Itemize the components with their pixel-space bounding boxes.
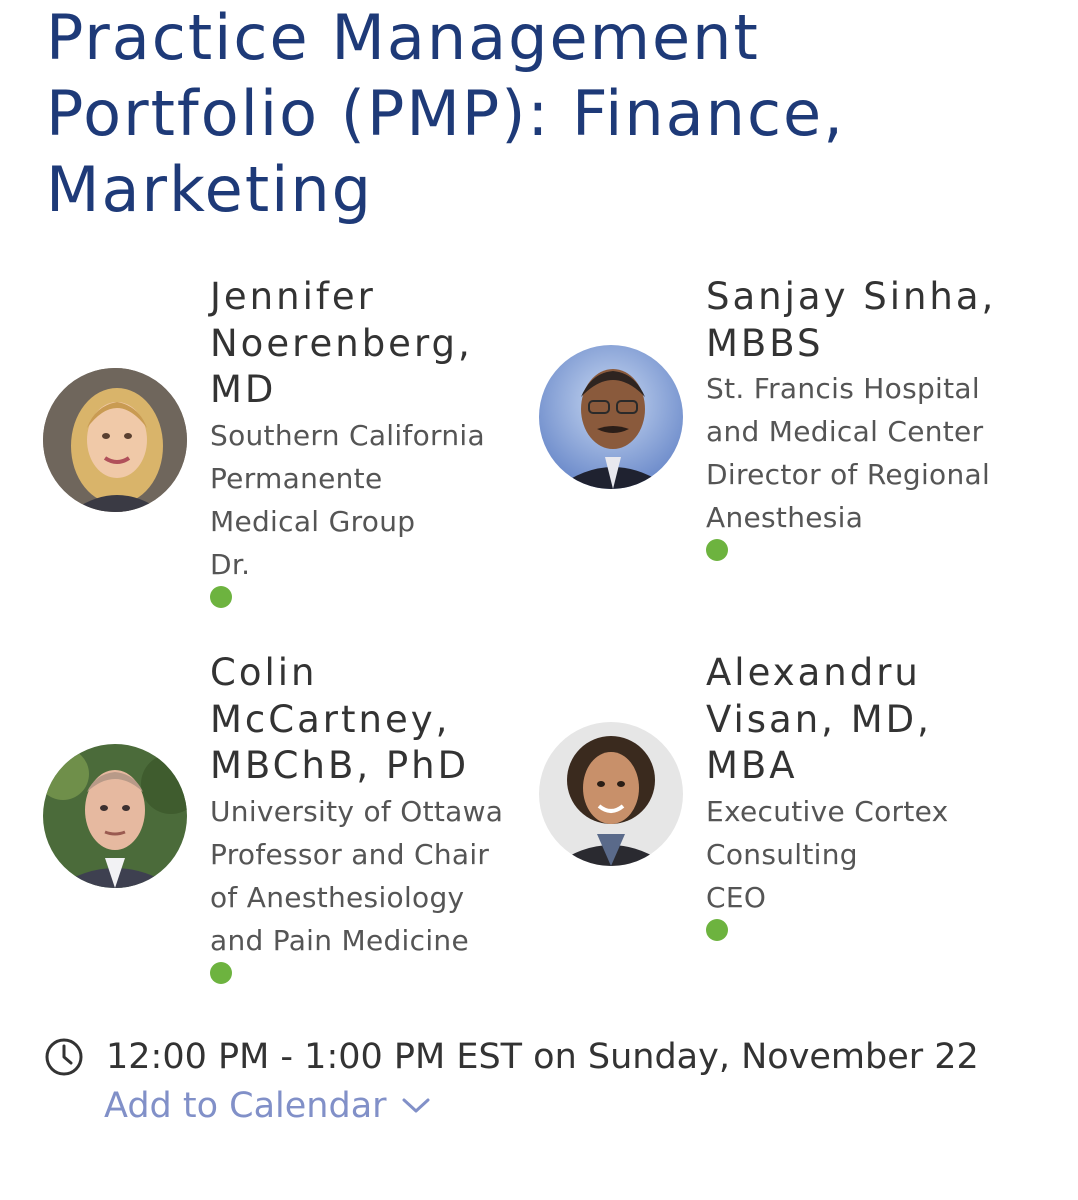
- speaker-name-line: Jennifer: [210, 275, 376, 318]
- speaker-detail-line: Dr.: [210, 547, 251, 581]
- add-to-calendar-button[interactable]: Add to Calendar: [104, 1086, 431, 1126]
- speaker-name-line: MD: [210, 368, 277, 411]
- speaker-name-line: Visan, MD,: [706, 697, 932, 741]
- speaker-avatar[interactable]: [539, 345, 683, 489]
- speaker-name-line: MBBS: [706, 321, 824, 365]
- speaker-detail-line: Consulting: [706, 837, 858, 871]
- speaker-avatar[interactable]: [43, 368, 187, 512]
- speaker-detail-line: CEO: [706, 880, 767, 914]
- speaker-photo: [539, 345, 683, 489]
- speaker-info: Sanjay Sinha, MBBS St. Francis Hospital …: [706, 274, 1006, 561]
- speaker-name[interactable]: Colin McCartney, MBChB, PhD: [210, 650, 510, 790]
- title-line: Practice Management: [46, 1, 760, 74]
- speaker-photo: [539, 722, 683, 866]
- speaker-detail-line: of Anesthesiology: [210, 880, 465, 914]
- speaker-detail-line: Anesthesia: [706, 501, 864, 534]
- speaker-name[interactable]: Jennifer Noerenberg, MD: [210, 274, 510, 414]
- title-line: Marketing: [46, 153, 374, 226]
- speaker-name-line: Colin: [210, 651, 318, 694]
- speaker-photo: [43, 368, 187, 512]
- speaker-name-line: Noerenberg,: [210, 321, 473, 365]
- speaker-name-line: Sanjay Sinha,: [706, 275, 997, 318]
- speaker-detail-line: Permanente: [210, 461, 383, 495]
- speaker-name[interactable]: Sanjay Sinha, MBBS: [706, 274, 1006, 367]
- speaker-detail-line: St. Francis Hospital: [706, 372, 980, 405]
- speaker-detail-line: and Medical Center: [706, 415, 984, 448]
- online-status-dot: [706, 918, 728, 941]
- session-time: 12:00 PM - 1:00 PM EST on Sunday, Novemb…: [44, 1034, 979, 1080]
- speaker-affiliation: Executive Cortex Consulting CEO: [706, 790, 1006, 919]
- speaker-detail-line: Professor and Chair: [210, 837, 490, 871]
- speaker-detail-line: and Pain Medicine: [210, 923, 469, 957]
- session-time-text: 12:00 PM - 1:00 PM EST on Sunday, Novemb…: [106, 1037, 979, 1077]
- speaker-name-line: Alexandru: [706, 651, 921, 694]
- speaker-affiliation: University of Ottawa Professor and Chair…: [210, 790, 510, 962]
- speaker-affiliation: Southern California Permanente Medical G…: [210, 414, 510, 586]
- speaker-detail-line: University of Ottawa: [210, 794, 504, 828]
- title-line: Portfolio (PMP): Finance,: [46, 77, 845, 150]
- clock-icon: [45, 1038, 83, 1076]
- chevron-down-icon: [402, 1098, 430, 1113]
- speaker-name-line: McCartney,: [210, 697, 451, 741]
- speaker-detail-line: Director of Regional: [706, 458, 991, 491]
- online-status-dot: [706, 539, 728, 561]
- page-title: Practice Management Portfolio (PMP): Fin…: [46, 0, 1046, 228]
- speaker-detail-line: Medical Group: [210, 504, 416, 538]
- speaker-name-line: MBA: [706, 744, 798, 787]
- online-status-dot: [210, 961, 232, 984]
- speaker-name[interactable]: Alexandru Visan, MD, MBA: [706, 650, 1006, 790]
- speaker-info: Alexandru Visan, MD, MBA Executive Corte…: [706, 650, 1006, 941]
- speaker-avatar[interactable]: [539, 722, 683, 866]
- speaker-detail-line: Executive Cortex: [706, 794, 949, 828]
- speaker-name-line: MBChB, PhD: [210, 744, 470, 787]
- online-status-dot: [210, 585, 232, 608]
- speaker-affiliation: St. Francis Hospital and Medical Center …: [706, 367, 1006, 539]
- speaker-detail-line: Southern California: [210, 418, 485, 452]
- speaker-info: Jennifer Noerenberg, MD Southern Califor…: [210, 274, 510, 608]
- speaker-photo: [43, 744, 187, 888]
- speaker-info: Colin McCartney, MBChB, PhD University o…: [210, 650, 510, 984]
- speaker-avatar[interactable]: [43, 744, 187, 888]
- add-to-calendar-label: Add to Calendar: [104, 1086, 387, 1126]
